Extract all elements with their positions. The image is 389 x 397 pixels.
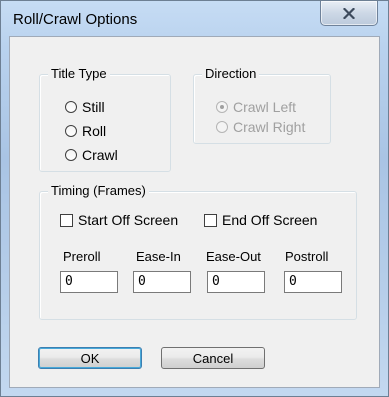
radio-roll-label: Roll bbox=[82, 123, 107, 139]
radio-crawl-left-label: Crawl Left bbox=[233, 99, 297, 115]
radio-crawl-label: Crawl bbox=[82, 147, 118, 163]
close-x-icon bbox=[343, 7, 355, 19]
start-off-screen-checkbox[interactable]: Start Off Screen bbox=[60, 212, 178, 228]
radio-still-label: Still bbox=[82, 99, 105, 115]
direction-legend: Direction bbox=[202, 66, 260, 81]
ok-button[interactable]: OK bbox=[38, 347, 142, 369]
radio-roll[interactable]: Roll bbox=[65, 123, 106, 139]
title-type-group: Title Type Still Roll Crawl bbox=[39, 66, 171, 172]
timing-legend: Timing (Frames) bbox=[48, 183, 149, 198]
direction-group: Direction Crawl Left Crawl Right bbox=[193, 66, 331, 144]
radio-circle-icon[interactable] bbox=[65, 101, 77, 113]
timing-group: Timing (Frames) Start Off Screen End Off… bbox=[39, 183, 357, 320]
postroll-input[interactable]: 0 bbox=[284, 271, 342, 293]
checkbox-icon[interactable] bbox=[60, 213, 73, 227]
ease-in-label: Ease-In bbox=[136, 249, 181, 264]
ease-out-input[interactable]: 0 bbox=[207, 271, 265, 293]
radio-circle-icon[interactable] bbox=[65, 149, 77, 161]
cancel-button[interactable]: Cancel bbox=[161, 347, 265, 369]
start-off-screen-label: Start Off Screen bbox=[78, 212, 179, 228]
radio-crawl[interactable]: Crawl bbox=[65, 147, 118, 163]
radio-circle-icon[interactable] bbox=[216, 121, 228, 133]
dialog-content: Title Type Still Roll Crawl Direction Cr… bbox=[9, 36, 380, 388]
radio-crawl-right-label: Crawl Right bbox=[233, 119, 306, 135]
title-bar[interactable]: Roll/Crawl Options bbox=[1, 1, 388, 35]
checkbox-icon[interactable] bbox=[204, 213, 217, 227]
radio-crawl-left[interactable]: Crawl Left bbox=[216, 99, 296, 115]
close-button[interactable] bbox=[320, 1, 378, 26]
ease-in-input[interactable]: 0 bbox=[133, 271, 191, 293]
preroll-label: Preroll bbox=[63, 249, 101, 264]
radio-circle-icon[interactable] bbox=[65, 125, 77, 137]
end-off-screen-checkbox[interactable]: End Off Screen bbox=[204, 212, 317, 228]
roll-crawl-options-dialog: Roll/Crawl Options Title Type Still Roll bbox=[0, 0, 389, 397]
ease-out-label: Ease-Out bbox=[206, 249, 261, 264]
window-title: Roll/Crawl Options bbox=[13, 11, 138, 28]
radio-still[interactable]: Still bbox=[65, 99, 105, 115]
end-off-screen-label: End Off Screen bbox=[222, 212, 318, 228]
radio-selected-icon[interactable] bbox=[216, 101, 228, 113]
title-type-legend: Title Type bbox=[48, 66, 110, 81]
postroll-label: Postroll bbox=[285, 249, 329, 264]
preroll-input[interactable]: 0 bbox=[60, 271, 118, 293]
radio-crawl-right[interactable]: Crawl Right bbox=[216, 119, 305, 135]
